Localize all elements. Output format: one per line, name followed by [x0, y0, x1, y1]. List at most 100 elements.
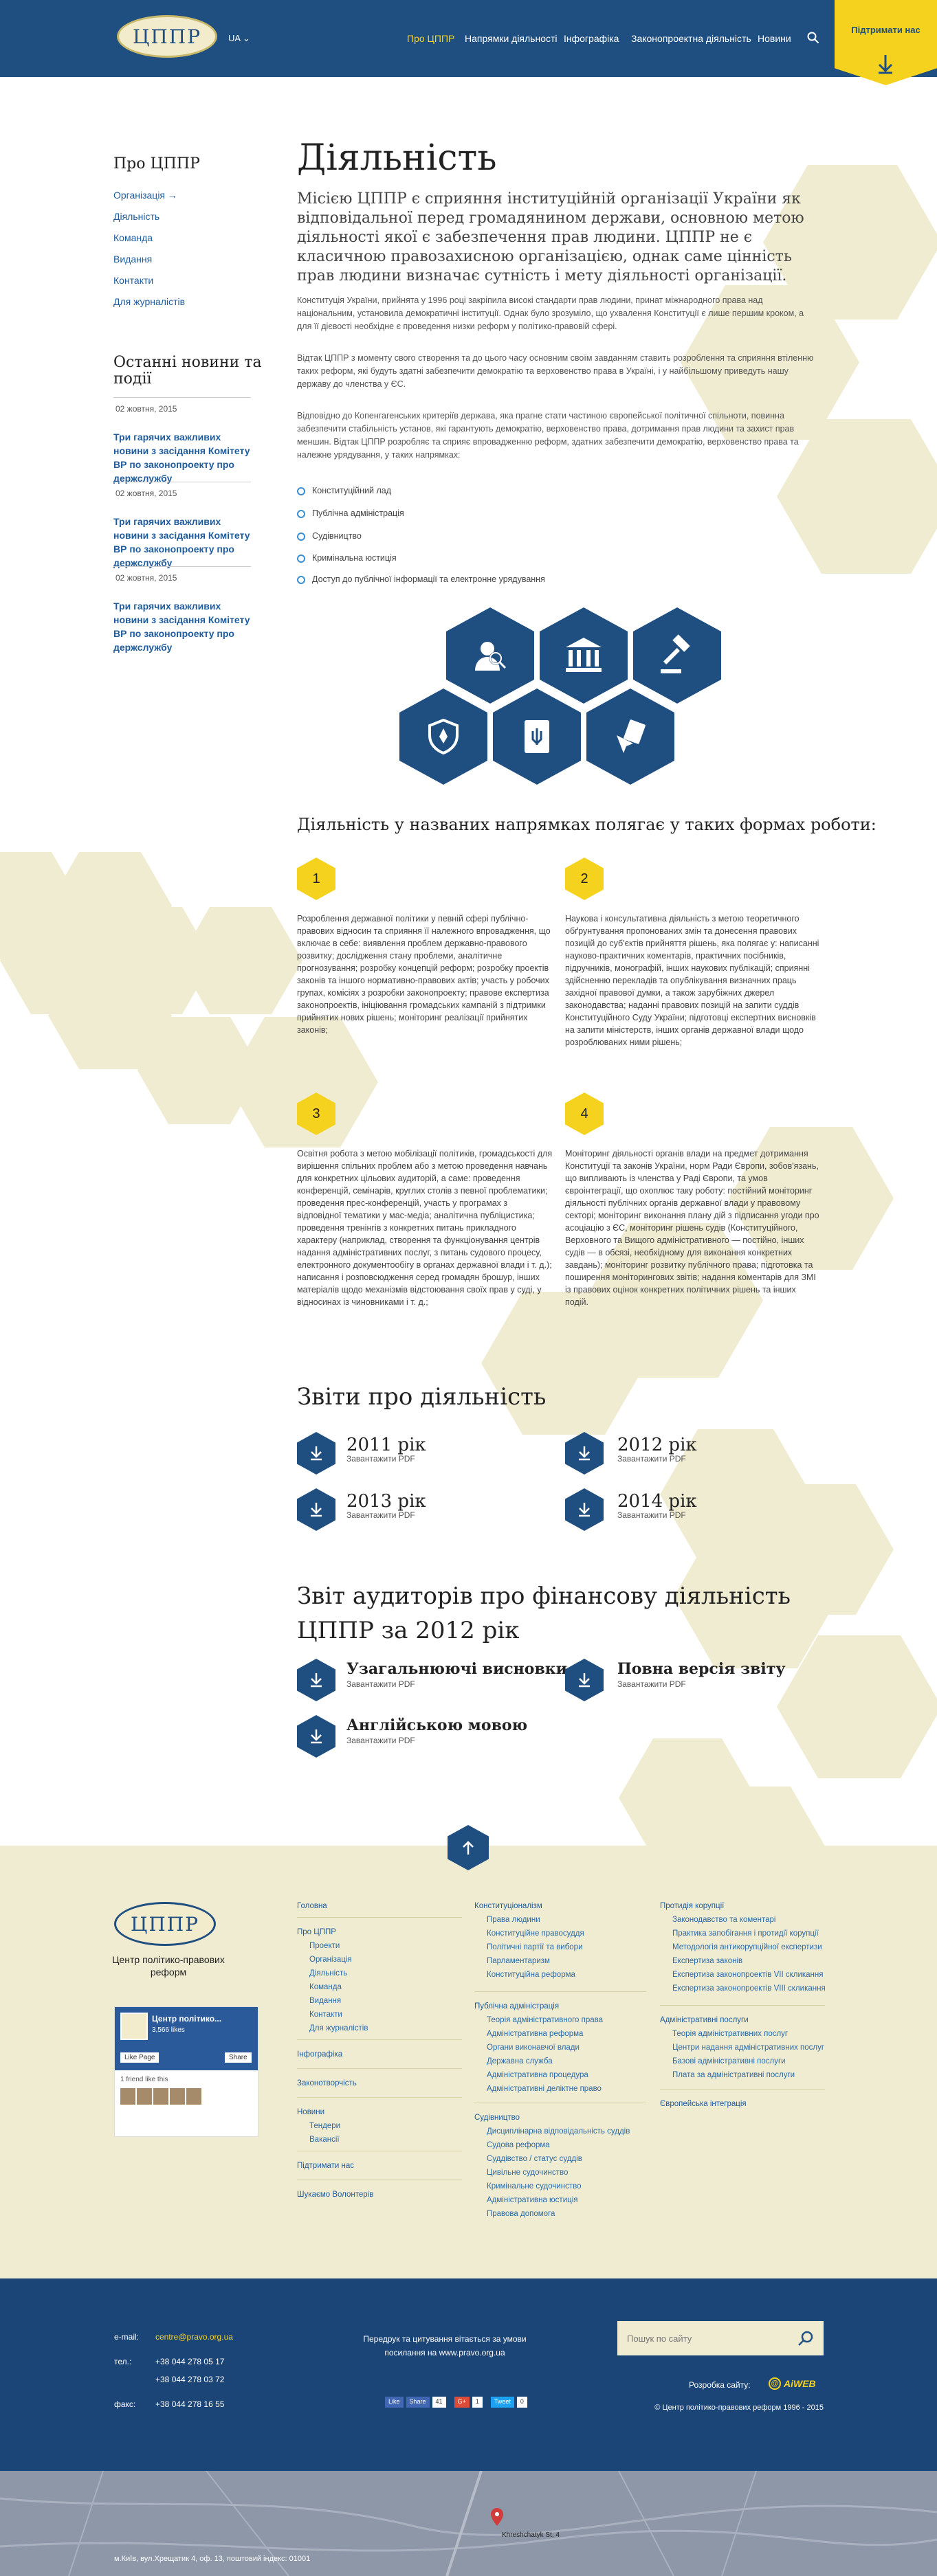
footer-sublink[interactable]: Адміністративна юстиція [487, 2196, 577, 2204]
nav-item-about[interactable]: Про ЦППР [407, 33, 454, 44]
hex-institutions[interactable] [540, 607, 628, 704]
download-pdf-link[interactable]: Завантажити PDF [346, 1736, 415, 1745]
download-pdf-link[interactable]: Завантажити PDF [346, 1679, 415, 1689]
audit-doc-title[interactable]: Повна версія звіту [617, 1660, 785, 1678]
nav-item-infographics[interactable]: Інфографіка [564, 33, 619, 44]
footer-sublink[interactable]: Проекти [309, 1942, 340, 1950]
footer-sublink[interactable]: Адміністративні деліктне право [487, 2085, 602, 2093]
download-icon[interactable] [565, 1488, 604, 1531]
footer-sublink[interactable]: Теорія адміністративних послуг [672, 2030, 788, 2038]
download-pdf-link[interactable]: Завантажити PDF [617, 1679, 686, 1689]
hex-criminal[interactable] [399, 688, 487, 785]
footer-link[interactable]: Публічна адміністрація [474, 2002, 559, 2011]
footer-sublink[interactable]: Практика запобігання і протидії корупції [672, 1929, 819, 1938]
sidebar-item-contacts[interactable]: Контакти [113, 275, 153, 286]
footer-sublink[interactable]: Права людини [487, 1916, 540, 1924]
footer-sublink[interactable]: Конституційне правосуддя [487, 1929, 584, 1938]
download-icon[interactable] [297, 1659, 335, 1701]
report-title[interactable]: 2012 рік [617, 1435, 697, 1455]
footer-link[interactable]: Адміністративні послуги [660, 2016, 749, 2024]
footer-link[interactable]: Європейська інтеграція [660, 2100, 747, 2108]
developer-logo[interactable]: @ AiWEB [769, 2377, 816, 2390]
footer-sublink[interactable]: Адміністративна реформа [487, 2030, 583, 2038]
news-item[interactable]: Три гарячих важливих новини з засідання … [113, 430, 251, 485]
sidebar-item-activity[interactable]: Діяльність [113, 211, 159, 222]
download-pdf-link[interactable]: Завантажити PDF [617, 1454, 686, 1464]
gplus-button[interactable]: G+ [454, 2397, 470, 2408]
footer-sublink[interactable]: Суддівство / статус суддів [487, 2155, 582, 2163]
download-icon[interactable] [565, 1659, 604, 1701]
footer-sublink[interactable]: Цивільне судочинство [487, 2169, 568, 2177]
footer-link[interactable]: Конституціоналізм [474, 1902, 542, 1910]
hex-human-rights[interactable] [446, 607, 534, 704]
footer-sublink[interactable]: Базові адміністративні послуги [672, 2057, 786, 2065]
footer-link[interactable]: Судівництво [474, 2114, 520, 2122]
footer-sublink[interactable]: Політичні партії та вибори [487, 1943, 583, 1951]
footer-sublink[interactable]: Команда [309, 1983, 342, 1991]
footer-sublink[interactable]: Державна служба [487, 2057, 553, 2065]
footer-sublink[interactable]: Видання [309, 1997, 341, 2005]
download-pdf-link[interactable]: Завантажити PDF [617, 1510, 686, 1520]
audit-doc-title[interactable]: Англійською мовою [346, 1716, 527, 1734]
download-icon[interactable] [297, 1488, 335, 1531]
footer-sublink[interactable]: Експертиза законів [672, 1957, 742, 1965]
footer-link[interactable]: Інфографіка [297, 2050, 342, 2059]
nav-item-news[interactable]: Новини [758, 33, 791, 44]
footer-sublink[interactable]: Парламентаризм [487, 1957, 550, 1965]
location-map[interactable]: Khreshchatyk St, 4 м.Київ, вул.Хрещатик … [0, 2471, 937, 2576]
footer-link[interactable]: Про ЦППР [297, 1928, 336, 1936]
download-icon[interactable] [565, 1432, 604, 1475]
footer-link[interactable]: Головна [297, 1902, 327, 1910]
footer-sublink[interactable]: Діяльність [309, 1969, 347, 1978]
news-item[interactable]: Три гарячих важливих новини з засідання … [113, 515, 251, 570]
download-pdf-link[interactable]: Завантажити PDF [346, 1510, 415, 1520]
footer-sublink[interactable]: Експертиза законопроектів VII скликання [672, 1971, 823, 1979]
tweet-button[interactable]: Tweet [490, 2397, 514, 2408]
footer-sublink[interactable]: Плата за адміністративні послуги [672, 2071, 795, 2079]
download-icon[interactable] [297, 1715, 335, 1758]
site-logo[interactable]: ЦППР [117, 15, 217, 58]
sidebar-item-publications[interactable]: Видання [113, 254, 152, 265]
footer-sublink[interactable]: Законодавство та коментарі [672, 1916, 776, 1924]
search-icon[interactable] [797, 2330, 814, 2347]
footer-sublink[interactable]: Правова допомога [487, 2210, 555, 2218]
nav-item-directions[interactable]: Напрямки діяльності [465, 33, 558, 44]
nav-item-legislation[interactable]: Законопроектна діяльність [631, 33, 751, 44]
footer-sublink[interactable]: Кримінальне судочинство [487, 2182, 582, 2191]
search-input[interactable] [627, 2331, 785, 2346]
fb-share-button[interactable]: Share [406, 2397, 430, 2408]
footer-sublink[interactable]: Для журналістів [309, 2024, 368, 2032]
footer-sublink[interactable]: Організація [309, 1956, 352, 1964]
footer-sublink[interactable]: Вакансії [309, 2136, 340, 2144]
news-item[interactable]: Три гарячих важливих новини з засідання … [113, 599, 251, 654]
footer-sublink[interactable]: Методологія антикорупційної експертизи [672, 1943, 822, 1951]
footer-link[interactable]: Шукаємо Волонтерів [297, 2191, 373, 2199]
language-select[interactable]: UA ⌄ [228, 33, 250, 44]
footer-sublink[interactable]: Дисциплінарна відповідальність суддів [487, 2127, 630, 2136]
email-link[interactable]: centre@pravo.org.ua [155, 2332, 233, 2342]
fb-like-button[interactable]: Like Page [120, 2052, 159, 2063]
sidebar-item-team[interactable]: Команда [113, 232, 153, 243]
footer-link[interactable]: Протидія корупції [660, 1902, 724, 1910]
report-title[interactable]: 2011 рік [346, 1435, 426, 1455]
report-title[interactable]: 2014 рік [617, 1491, 697, 1512]
footer-link[interactable]: Підтримати нас [297, 2162, 354, 2170]
fb-share-button[interactable]: Share [225, 2052, 252, 2063]
support-us-button[interactable]: Підтримати нас [835, 0, 937, 85]
footer-sublink[interactable]: Тендери [309, 2122, 340, 2130]
fb-page-name[interactable]: Центр політико... [152, 2014, 221, 2024]
footer-link[interactable]: Новини [297, 2108, 324, 2116]
footer-sublink[interactable]: Конституційна реформа [487, 1971, 575, 1979]
audit-doc-title[interactable]: Узагальнюючі висновки [346, 1660, 567, 1678]
hex-e-governance[interactable] [586, 688, 674, 785]
footer-sublink[interactable]: Адміністративна процедура [487, 2071, 588, 2079]
download-pdf-link[interactable]: Завантажити PDF [346, 1454, 415, 1464]
footer-link[interactable]: Законотворчість [297, 2079, 357, 2087]
hex-justice[interactable] [633, 607, 721, 704]
hex-constitution[interactable] [493, 688, 581, 785]
footer-sublink[interactable]: Теорія адміністративного права [487, 2016, 603, 2024]
download-icon[interactable] [297, 1432, 335, 1475]
report-title[interactable]: 2013 рік [346, 1491, 426, 1512]
sidebar-item-journalists[interactable]: Для журналістів [113, 296, 185, 307]
footer-sublink[interactable]: Органи виконавчої влади [487, 2043, 580, 2052]
